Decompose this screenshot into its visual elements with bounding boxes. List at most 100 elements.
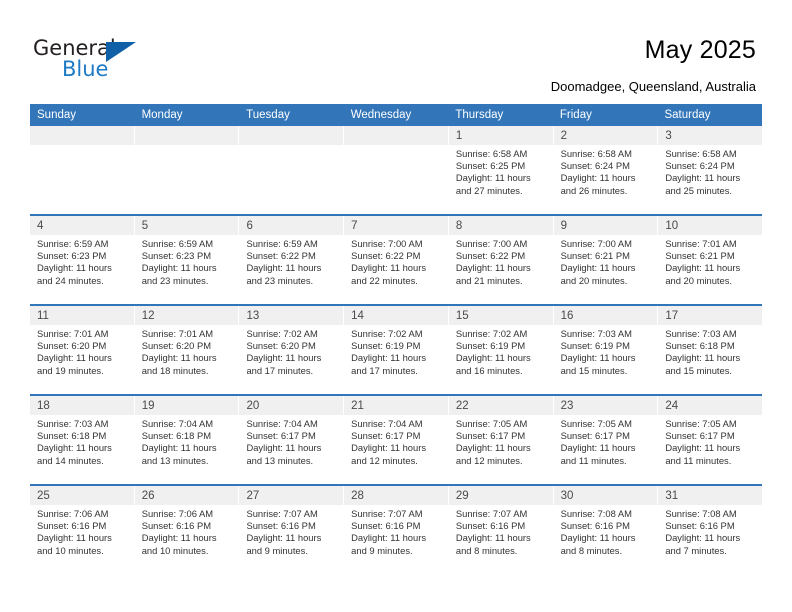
sunrise-text: Sunrise: 7:00 AM	[560, 238, 632, 249]
calendar-day-cell-empty	[134, 126, 240, 214]
daylight-text-line2: and 17 minutes.	[351, 364, 418, 376]
calendar-day-cell[interactable]: 18 Sunrise: 7:03 AM Sunset: 6:18 PM Dayligh…	[30, 396, 135, 484]
calendar-week-row: 1 Sunrise: 6:58 AM Sunset: 6:25 PM Daylight…	[30, 126, 763, 214]
calendar-day-cell[interactable]: 20 Sunrise: 7:04 AM Sunset: 6:17 PM Dayligh…	[239, 396, 345, 484]
day-details: Sunrise: 7:06 AM Sunset: 6:16 PM Daylight:…	[30, 505, 134, 557]
day-details: Sunrise: 7:05 AM Sunset: 6:17 PM Daylight:…	[554, 415, 658, 467]
day-details: Sunrise: 6:58 AM Sunset: 6:24 PM Daylight:…	[554, 145, 658, 197]
day-number: 21	[351, 400, 364, 412]
calendar-day-cell[interactable]: 16 Sunrise: 7:03 AM Sunset: 6:19 PM Dayligh…	[553, 306, 659, 394]
sunrise-text: Sunrise: 7:08 AM	[665, 508, 737, 519]
calendar-day-cell[interactable]: 8 Sunrise: 7:00 AM Sunset: 6:22 PM Daylight…	[448, 216, 554, 304]
calendar-day-cell-empty	[239, 126, 345, 214]
sunset-text: Sunset: 6:19 PM	[351, 340, 421, 352]
calendar-day-cell[interactable]: 14 Sunrise: 7:02 AM Sunset: 6:19 PM Dayligh…	[344, 306, 449, 394]
calendar-day-cell[interactable]: 28 Sunrise: 7:07 AM Sunset: 6:16 PM Dayligh…	[344, 486, 449, 574]
calendar-day-cell[interactable]: 13 Sunrise: 7:02 AM Sunset: 6:20 PM Dayligh…	[239, 306, 345, 394]
calendar-day-cell[interactable]: 2 Sunrise: 6:58 AM Sunset: 6:24 PM Daylight…	[553, 126, 659, 214]
daylight-text-line1: Daylight: 11 hours	[455, 532, 531, 544]
calendar-day-cell[interactable]: 27 Sunrise: 7:07 AM Sunset: 6:16 PM Dayligh…	[239, 486, 345, 574]
calendar-day-cell[interactable]: 29 Sunrise: 7:07 AM Sunset: 6:16 PM Dayligh…	[448, 486, 554, 574]
calendar-day-cell[interactable]: 31 Sunrise: 7:08 AM Sunset: 6:16 PM Dayligh…	[658, 486, 763, 574]
day-number-band: 16	[553, 306, 658, 325]
weekday-header-row: Sunday Monday Tuesday Wednesday Thursday…	[30, 104, 762, 126]
calendar-day-cell[interactable]: 24 Sunrise: 7:05 AM Sunset: 6:17 PM Dayligh…	[658, 396, 763, 484]
calendar-day-cell[interactable]: 26 Sunrise: 7:06 AM Sunset: 6:16 PM Dayligh…	[134, 486, 240, 574]
daylight-text-line1: Daylight: 11 hours	[560, 172, 636, 184]
day-details: Sunrise: 7:00 AM Sunset: 6:22 PM Daylight:…	[344, 235, 448, 287]
day-number: 14	[351, 310, 364, 322]
sunset-text: Sunset: 6:24 PM	[665, 160, 735, 172]
daylight-text-line2: and 14 minutes.	[37, 454, 104, 466]
calendar-day-cell[interactable]: 5 Sunrise: 6:59 AM Sunset: 6:23 PM Daylight…	[134, 216, 240, 304]
daylight-text-line2: and 23 minutes.	[141, 274, 209, 286]
day-details: Sunrise: 7:07 AM Sunset: 6:16 PM Daylight:…	[449, 505, 553, 557]
day-number: 15	[455, 310, 469, 322]
page-title: May 2025	[644, 36, 756, 64]
daylight-text-line2: and 20 minutes.	[560, 274, 628, 286]
sunrise-text: Sunrise: 7:07 AM	[455, 508, 528, 519]
daylight-text-line1: Daylight: 11 hours	[246, 262, 322, 274]
daylight-text-line1: Daylight: 11 hours	[37, 532, 112, 544]
sunset-text: Sunset: 6:25 PM	[455, 160, 526, 172]
general-blue-logo[interactable]: General Blue	[33, 36, 163, 84]
daylight-text-line1: Daylight: 11 hours	[665, 352, 741, 364]
sunset-text: Sunset: 6:16 PM	[665, 520, 735, 532]
calendar-grid: Sunday Monday Tuesday Wednesday Thursday…	[30, 104, 763, 574]
day-number: 12	[141, 310, 155, 322]
calendar-day-cell[interactable]: 3 Sunrise: 6:58 AM Sunset: 6:24 PM Daylight…	[658, 126, 763, 214]
day-number-band: 29	[448, 486, 553, 505]
calendar-day-cell[interactable]: 9 Sunrise: 7:00 AM Sunset: 6:21 PM Daylight…	[553, 216, 659, 304]
sunrise-text: Sunrise: 7:07 AM	[246, 508, 318, 519]
day-details: Sunrise: 7:01 AM Sunset: 6:21 PM Daylight:…	[658, 235, 762, 287]
sunrise-text: Sunrise: 7:04 AM	[351, 418, 423, 429]
day-details: Sunrise: 7:00 AM Sunset: 6:22 PM Daylight:…	[449, 235, 553, 287]
calendar-day-cell[interactable]: 19 Sunrise: 7:04 AM Sunset: 6:18 PM Dayligh…	[134, 396, 240, 484]
calendar-day-cell[interactable]: 17 Sunrise: 7:03 AM Sunset: 6:18 PM Dayligh…	[658, 306, 763, 394]
sunrise-text: Sunrise: 7:03 AM	[37, 418, 109, 429]
day-number-band: 21	[344, 396, 448, 415]
day-number: 17	[665, 310, 679, 322]
sunset-text: Sunset: 6:18 PM	[141, 430, 212, 442]
day-number: 13	[246, 310, 260, 322]
day-details: Sunrise: 7:03 AM Sunset: 6:18 PM Daylight:…	[658, 325, 762, 377]
sunrise-text: Sunrise: 6:59 AM	[141, 238, 214, 249]
sunset-text: Sunset: 6:18 PM	[37, 430, 107, 442]
calendar-day-cell[interactable]: 1 Sunrise: 6:58 AM Sunset: 6:25 PM Daylight…	[448, 126, 554, 214]
calendar-day-cell[interactable]: 15 Sunrise: 7:02 AM Sunset: 6:19 PM Dayligh…	[448, 306, 554, 394]
daylight-text-line1: Daylight: 11 hours	[246, 532, 322, 544]
calendar-day-cell[interactable]: 30 Sunrise: 7:08 AM Sunset: 6:16 PM Dayligh…	[553, 486, 659, 574]
sunset-text: Sunset: 6:22 PM	[351, 250, 421, 262]
weekday-sunday: Sunday	[37, 109, 77, 121]
sunrise-text: Sunrise: 7:05 AM	[665, 418, 737, 429]
calendar-day-cell[interactable]: 6 Sunrise: 6:59 AM Sunset: 6:22 PM Daylight…	[239, 216, 345, 304]
day-number-band: 12	[134, 306, 239, 325]
sunrise-text: Sunrise: 7:01 AM	[665, 238, 737, 249]
calendar-day-cell[interactable]: 7 Sunrise: 7:00 AM Sunset: 6:22 PM Daylight…	[344, 216, 449, 304]
calendar-day-cell[interactable]: 11 Sunrise: 7:01 AM Sunset: 6:20 PM Dayligh…	[30, 306, 135, 394]
daylight-text-line1: Daylight: 11 hours	[37, 262, 112, 274]
sunrise-text: Sunrise: 6:59 AM	[246, 238, 318, 249]
calendar-day-cell[interactable]: 12 Sunrise: 7:01 AM Sunset: 6:20 PM Dayligh…	[134, 306, 240, 394]
day-number: 7	[351, 220, 358, 232]
calendar-day-cell[interactable]: 25 Sunrise: 7:06 AM Sunset: 6:16 PM Dayligh…	[30, 486, 135, 574]
calendar-day-cell[interactable]: 10 Sunrise: 7:01 AM Sunset: 6:21 PM Dayligh…	[658, 216, 763, 304]
calendar-day-cell[interactable]: 21 Sunrise: 7:04 AM Sunset: 6:17 PM Dayligh…	[344, 396, 449, 484]
weekday-monday: Monday	[141, 109, 183, 121]
calendar-day-cell[interactable]: 22 Sunrise: 7:05 AM Sunset: 6:17 PM Dayligh…	[448, 396, 554, 484]
sunrise-text: Sunrise: 7:06 AM	[141, 508, 214, 519]
calendar-week-row: 4 Sunrise: 6:59 AM Sunset: 6:23 PM Daylight…	[30, 214, 763, 304]
daylight-text-line2: and 16 minutes.	[455, 364, 523, 376]
calendar-day-cell[interactable]: 4 Sunrise: 6:59 AM Sunset: 6:23 PM Daylight…	[30, 216, 135, 304]
day-details: Sunrise: 7:04 AM Sunset: 6:18 PM Daylight:…	[135, 415, 239, 467]
day-number-band: 11	[30, 306, 134, 325]
sunset-text: Sunset: 6:22 PM	[246, 250, 316, 262]
calendar-day-cell[interactable]: 23 Sunrise: 7:05 AM Sunset: 6:17 PM Dayligh…	[553, 396, 659, 484]
sunrise-text: Sunrise: 7:02 AM	[455, 328, 528, 339]
sunset-text: Sunset: 6:23 PM	[141, 250, 212, 262]
day-number-band: 19	[134, 396, 239, 415]
sunset-text: Sunset: 6:16 PM	[351, 520, 421, 532]
day-number: 11	[37, 310, 49, 322]
day-number-band: 7	[344, 216, 448, 235]
sunrise-text: Sunrise: 7:01 AM	[37, 328, 109, 339]
